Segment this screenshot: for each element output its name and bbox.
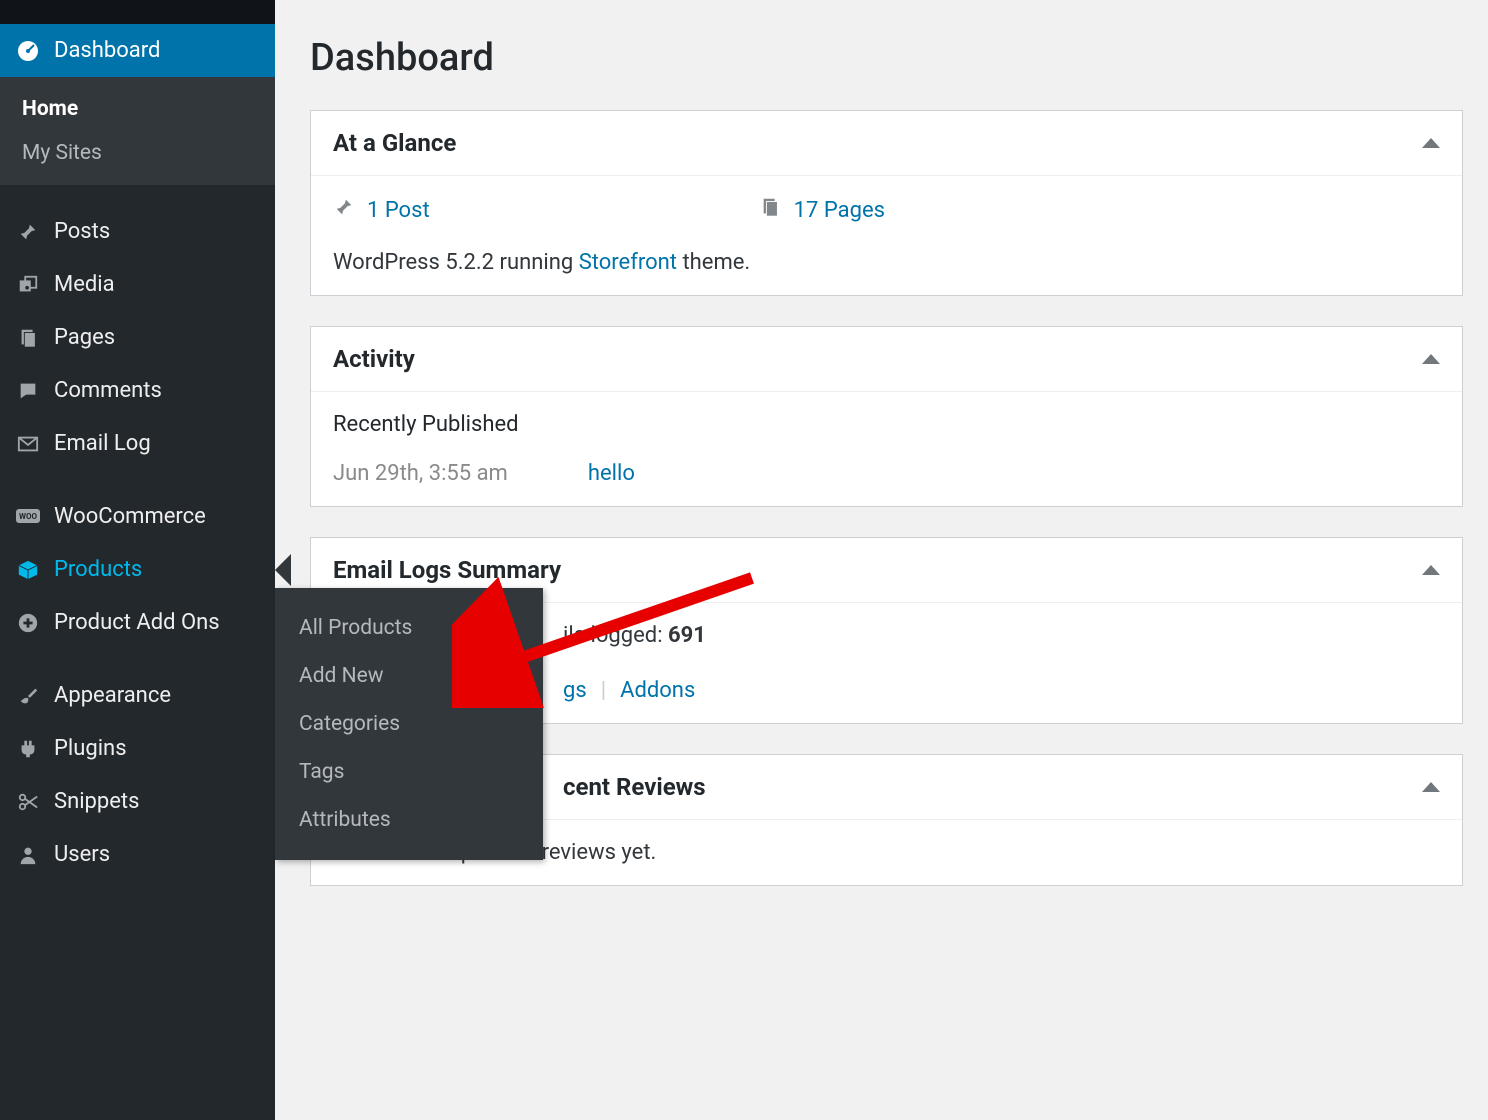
sidebar-item-appearance[interactable]: Appearance	[0, 669, 275, 722]
panel-header[interactable]: Activity	[311, 327, 1462, 392]
woocommerce-icon: WOO	[16, 507, 40, 527]
flyout-categories[interactable]: Categories	[275, 700, 543, 748]
pin-icon	[333, 196, 355, 224]
dashboard-submenu: Home My Sites	[0, 77, 275, 185]
sidebar-item-woocommerce[interactable]: WOO WooCommerce	[0, 490, 275, 543]
pages-link[interactable]: 17 Pages	[794, 198, 885, 223]
sidebar-item-label: Email Log	[54, 431, 151, 456]
user-icon	[16, 844, 40, 866]
panel-header[interactable]: At a Glance	[311, 111, 1462, 176]
sidebar-item-label: WooCommerce	[54, 504, 206, 529]
sidebar-item-snippets[interactable]: Snippets	[0, 775, 275, 828]
emaillog-settings-link[interactable]: gs	[563, 678, 587, 703]
collapse-icon[interactable]	[1422, 354, 1440, 364]
sidebar-item-label: Comments	[54, 378, 162, 403]
activity-post-link[interactable]: hello	[588, 461, 635, 486]
separator: |	[601, 678, 606, 703]
collapse-icon[interactable]	[1422, 138, 1440, 148]
collapse-icon[interactable]	[1422, 565, 1440, 575]
sidebar-item-label: Plugins	[54, 736, 127, 761]
products-flyout: All Products Add New Categories Tags Att…	[275, 588, 543, 860]
sidebar-item-dashboard[interactable]: Dashboard	[0, 24, 275, 77]
email-icon	[16, 433, 40, 455]
activity-timestamp: Jun 29th, 3:55 am	[333, 461, 508, 486]
panel-title: Activity	[333, 345, 415, 373]
media-icon	[16, 274, 40, 296]
flyout-all-products[interactable]: All Products	[275, 604, 543, 652]
main-content: Dashboard At a Glance 1 Post 17 Pages	[275, 0, 1488, 1120]
sidebar-item-product-addons[interactable]: Product Add Ons	[0, 596, 275, 649]
svg-text:WOO: WOO	[19, 512, 38, 521]
sidebar-item-comments[interactable]: Comments	[0, 364, 275, 417]
posts-link[interactable]: 1 Post	[367, 198, 430, 223]
sidebar-item-label: Dashboard	[54, 38, 160, 63]
panel-title: Email Logs Summary	[333, 556, 561, 584]
sidebar-item-label: Snippets	[54, 789, 140, 814]
glance-pages[interactable]: 17 Pages	[760, 196, 885, 224]
sidebar-item-products[interactable]: Products	[0, 543, 275, 596]
pages-icon	[16, 327, 40, 349]
wp-version-info: WordPress 5.2.2 running Storefront theme…	[333, 250, 1440, 275]
activity-row: Jun 29th, 3:55 am hello	[333, 461, 1440, 486]
flyout-tags[interactable]: Tags	[275, 748, 543, 796]
plus-circle-icon	[16, 612, 40, 634]
sidebar-item-label: Products	[54, 557, 142, 582]
dashboard-icon	[16, 39, 40, 63]
sidebar-item-label: Media	[54, 272, 115, 297]
plugin-icon	[16, 738, 40, 760]
flyout-add-new[interactable]: Add New	[275, 652, 543, 700]
comments-icon	[16, 380, 40, 402]
sidebar-item-label: Pages	[54, 325, 115, 350]
scissors-icon	[16, 791, 40, 813]
page-title: Dashboard	[310, 0, 1463, 110]
pin-icon	[16, 221, 40, 243]
sidebar-item-users[interactable]: Users	[0, 828, 275, 881]
flyout-attributes[interactable]: Attributes	[275, 796, 543, 844]
sidebar-item-emaillog[interactable]: Email Log	[0, 417, 275, 470]
admin-sidebar: Dashboard Home My Sites Posts Media Page…	[0, 0, 275, 1120]
sidebar-item-posts[interactable]: Posts	[0, 205, 275, 258]
sidebar-item-plugins[interactable]: Plugins	[0, 722, 275, 775]
panel-activity: Activity Recently Published Jun 29th, 3:…	[310, 326, 1463, 507]
sidebar-item-pages[interactable]: Pages	[0, 311, 275, 364]
theme-link[interactable]: Storefront	[579, 250, 677, 275]
collapse-icon[interactable]	[1422, 782, 1440, 792]
products-icon	[16, 559, 40, 581]
admin-bar	[0, 0, 275, 24]
glance-posts[interactable]: 1 Post	[333, 196, 430, 224]
panel-at-a-glance: At a Glance 1 Post 17 Pages	[310, 110, 1463, 296]
sidebar-item-label: Product Add Ons	[54, 610, 220, 635]
pages-icon	[760, 196, 782, 224]
emaillog-addons-link[interactable]: Addons	[620, 678, 695, 703]
activity-subtitle: Recently Published	[333, 412, 1440, 437]
sidebar-item-label: Appearance	[54, 683, 171, 708]
sidebar-item-label: Posts	[54, 219, 110, 244]
sidebar-item-media[interactable]: Media	[0, 258, 275, 311]
submenu-home[interactable]: Home	[0, 87, 275, 131]
sidebar-item-label: Users	[54, 842, 110, 867]
submenu-mysites[interactable]: My Sites	[0, 131, 275, 175]
brush-icon	[16, 685, 40, 707]
panel-title: At a Glance	[333, 129, 456, 157]
